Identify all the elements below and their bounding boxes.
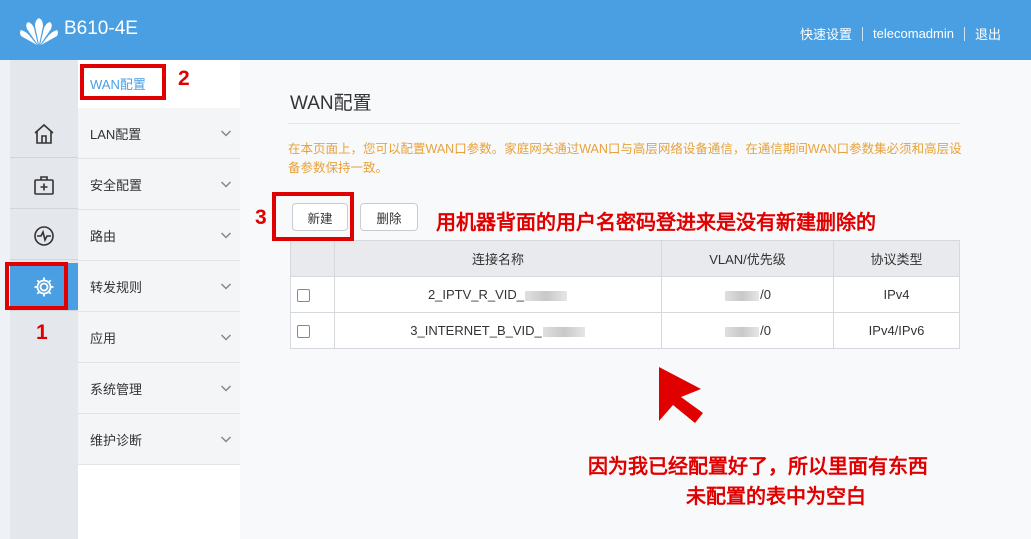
table-header-row: 连接名称 VLAN/优先级 协议类型 — [290, 240, 960, 277]
sub-menu: WAN配置 LAN配置 安全配置 路由 转发规则 应用 系统管理 维护诊断 — [78, 60, 240, 539]
connection-name: 2_IPTV_R_VID_ — [427, 287, 525, 302]
chevron-down-icon — [220, 334, 232, 341]
top-links: 快速设置 telecomadmin 退出 — [800, 24, 1001, 43]
sub-menu-item-application[interactable]: 应用 — [78, 312, 240, 363]
select-column-header — [290, 240, 335, 277]
sub-menu-label: 安全配置 — [90, 177, 143, 193]
sub-menu-label: 转发规则 — [90, 279, 143, 295]
sub-menu-label: 系统管理 — [90, 381, 143, 397]
redacted-mask — [725, 290, 760, 301]
quick-setup-link[interactable]: 快速设置 — [800, 24, 852, 43]
divider — [288, 123, 960, 124]
divider — [963, 26, 965, 41]
annotation-box-new — [272, 192, 354, 241]
rail-item-status[interactable] — [10, 212, 78, 260]
chevron-down-icon — [220, 385, 232, 392]
column-header-name: 连接名称 — [334, 240, 662, 277]
sub-menu-item-lan[interactable]: LAN配置 — [78, 108, 240, 159]
device-model: B610-4E — [64, 18, 138, 39]
annotation-arrow-icon — [659, 367, 703, 423]
vlan-value: /0 — [760, 323, 771, 338]
row-checkbox[interactable] — [297, 325, 310, 339]
table-row[interactable]: 3_INTERNET_B_VID_ /0 IPv4/IPv6 — [290, 312, 960, 349]
sub-menu-label: LAN配置 — [90, 126, 142, 142]
chevron-down-icon — [220, 232, 232, 239]
sub-menu-label: 路由 — [90, 228, 117, 244]
annotation-text-bottom-2: 未配置的表中为空白 — [686, 486, 866, 508]
connection-name-cell: 3_INTERNET_B_VID_ — [334, 312, 662, 349]
annotation-number-2: 2 — [178, 67, 190, 90]
connection-name-cell: 2_IPTV_R_VID_ — [334, 276, 662, 313]
wan-table: 连接名称 VLAN/优先级 协议类型 2_IPTV_R_VID_ /0 IPv4… — [290, 240, 960, 349]
redacted-mask — [725, 326, 760, 337]
top-header: B610-4E 快速设置 telecomadmin 退出 — [0, 0, 1031, 60]
annotation-number-1: 1 — [36, 321, 48, 344]
row-checkbox[interactable] — [297, 289, 310, 303]
sub-menu-item-diagnostics[interactable]: 维护诊断 — [78, 414, 240, 465]
home-icon — [34, 123, 54, 144]
chevron-down-icon — [220, 130, 232, 137]
pulse-monitor-icon — [34, 225, 54, 246]
chevron-down-icon — [220, 436, 232, 443]
annotation-number-3: 3 — [255, 206, 267, 229]
column-header-protocol: 协议类型 — [833, 240, 960, 277]
table-row[interactable]: 2_IPTV_R_VID_ /0 IPv4 — [290, 276, 960, 313]
logout-link[interactable]: 退出 — [975, 24, 1001, 43]
vlan-value: /0 — [760, 287, 771, 302]
rail-item-toolbox[interactable] — [10, 161, 78, 209]
delete-button[interactable]: 删除 — [360, 203, 418, 231]
row-checkbox-cell — [290, 312, 335, 349]
chevron-down-icon — [220, 181, 232, 188]
page-description: 在本页面上，您可以配置WAN口参数。家庭网关通过WAN口与高层网络设备通信，在通… — [288, 142, 962, 175]
sub-menu-item-route[interactable]: 路由 — [78, 210, 240, 261]
annotation-text-top: 用机器背面的用户名密码登进来是没有新建删除的 — [436, 212, 876, 234]
rail-item-home[interactable] — [10, 110, 78, 158]
sub-menu-item-security[interactable]: 安全配置 — [78, 159, 240, 210]
vlan-cell: /0 — [661, 312, 834, 349]
redacted-mask — [525, 290, 568, 301]
sub-menu-item-forwarding[interactable]: 转发规则 — [78, 261, 240, 312]
annotation-text-bottom-1: 因为我已经配置好了，所以里面有东西 — [588, 456, 928, 478]
sub-menu-label: 维护诊断 — [90, 432, 143, 448]
annotation-box-wan — [80, 64, 166, 100]
huawei-logo-icon — [20, 18, 58, 45]
protocol-cell: IPv4/IPv6 — [833, 312, 960, 349]
redacted-mask — [542, 326, 585, 337]
vlan-cell: /0 — [661, 276, 834, 313]
row-checkbox-cell — [290, 276, 335, 313]
chevron-down-icon — [220, 283, 232, 290]
divider — [862, 26, 864, 41]
protocol-cell: IPv4 — [833, 276, 960, 313]
medical-kit-icon — [34, 175, 54, 195]
annotation-box-settings — [5, 262, 68, 310]
sub-menu-label: 应用 — [90, 330, 117, 346]
column-header-vlan: VLAN/优先级 — [661, 240, 834, 277]
connection-name: 3_INTERNET_B_VID_ — [410, 323, 542, 338]
page-title: WAN配置 — [290, 93, 372, 114]
sub-menu-item-system[interactable]: 系统管理 — [78, 363, 240, 414]
username-link[interactable]: telecomadmin — [873, 26, 954, 41]
